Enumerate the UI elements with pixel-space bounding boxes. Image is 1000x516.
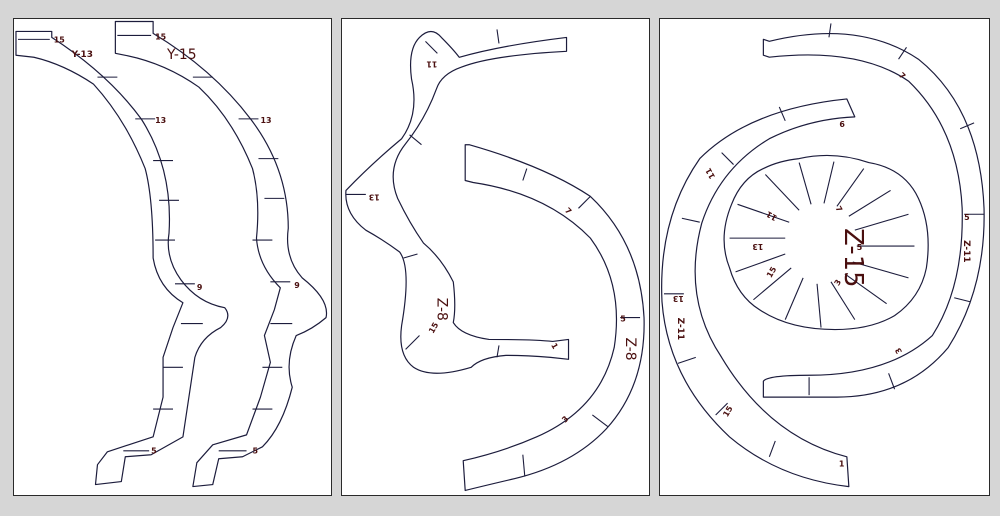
piece-z-11-outer: Z-11 7 5 3 xyxy=(762,23,985,398)
slot xyxy=(848,189,891,217)
slot xyxy=(522,168,528,181)
mark-number: 5 xyxy=(964,213,970,222)
slot xyxy=(798,162,812,205)
mark-number: 15 xyxy=(765,265,778,279)
slot xyxy=(836,168,865,207)
piece-label: Z-11 xyxy=(675,318,685,340)
piece-label: Y-15 xyxy=(166,47,197,63)
slot xyxy=(778,106,786,122)
slot xyxy=(721,152,734,165)
slot xyxy=(764,174,800,211)
slot xyxy=(403,253,418,259)
mark-number: 13 xyxy=(155,116,166,125)
piece-label: Z-15 xyxy=(838,228,868,287)
slot xyxy=(522,454,526,477)
slot xyxy=(677,356,696,364)
mark-number: 15 xyxy=(54,35,65,44)
piece-label: Z-8 xyxy=(433,298,449,321)
slot xyxy=(405,335,420,350)
mark-number: 11 xyxy=(765,209,779,222)
slot xyxy=(954,297,971,303)
mark-number: 11 xyxy=(426,59,437,68)
slot xyxy=(823,161,835,204)
mark-number: 15 xyxy=(427,321,440,335)
z11-z15-templates-drawing: Z-11 7 5 3 Z-11 9 11 13 15 1 Z-15 7 11 1… xyxy=(661,23,985,488)
slot xyxy=(496,29,500,44)
slot xyxy=(735,253,786,273)
mark-number: 11 xyxy=(704,166,717,180)
piece-label: Z-11 xyxy=(961,240,971,262)
mark-number: 9 xyxy=(294,281,300,290)
template-panel-y: Y-13 15 13 9 5 Y-15 15 13 9 5 xyxy=(13,18,332,496)
slot xyxy=(816,283,822,328)
slot xyxy=(737,203,790,223)
piece-z-8-upper: Z-8 11 13 15 xyxy=(345,29,570,374)
piece-z-15-disc: Z-15 7 11 13 15 5 3 xyxy=(723,154,929,331)
mark-number: 9 xyxy=(839,119,845,128)
mark-number: 15 xyxy=(721,404,734,418)
mark-number: 9 xyxy=(197,283,203,292)
mark-number: 13 xyxy=(369,192,380,201)
piece-label: Z-8 xyxy=(622,337,638,360)
template-panel-z8: Z-8 11 13 15 Z-8 7 5 1 3 xyxy=(341,18,650,496)
piece-y-15: Y-15 15 13 9 5 xyxy=(114,20,328,488)
piece-z-8-lower: Z-8 7 5 1 3 xyxy=(462,144,645,492)
y-templates-drawing: Y-13 15 13 9 5 Y-15 15 13 9 5 xyxy=(15,20,328,488)
slot xyxy=(592,414,609,428)
slot xyxy=(578,196,591,209)
piece-outline xyxy=(114,20,328,488)
piece-y-13: Y-13 15 13 9 5 xyxy=(15,30,229,486)
piece-outline xyxy=(15,30,229,486)
mark-number: 1 xyxy=(549,341,560,350)
mark-number: 13 xyxy=(673,294,684,303)
z8-templates-drawing: Z-8 11 13 15 Z-8 7 5 1 3 xyxy=(345,29,645,492)
slot xyxy=(828,23,832,38)
slot xyxy=(425,41,438,54)
mark-number: 13 xyxy=(752,242,763,251)
template-panel-z11-z15: Z-11 7 5 3 Z-11 9 11 13 15 1 Z-15 7 11 1… xyxy=(659,18,990,496)
mark-number: 7 xyxy=(563,206,573,216)
mark-number: 5 xyxy=(857,243,863,252)
slot xyxy=(409,134,422,146)
mark-number: 5 xyxy=(252,447,258,456)
mark-number: 13 xyxy=(260,116,271,125)
mark-number: 5 xyxy=(151,447,157,456)
piece-label: Y-13 xyxy=(71,50,93,60)
mark-number: 3 xyxy=(893,346,904,355)
piece-outline xyxy=(661,98,856,488)
mark-number: 15 xyxy=(155,32,166,41)
piece-z-11-inner: Z-11 9 11 13 15 1 xyxy=(661,98,856,488)
piece-outline xyxy=(762,33,985,398)
mark-number: 7 xyxy=(833,204,844,213)
slot xyxy=(888,373,896,390)
slot xyxy=(768,440,776,457)
mark-number: 5 xyxy=(620,315,626,324)
slot xyxy=(784,277,804,320)
slot xyxy=(681,217,700,223)
mark-number: 1 xyxy=(839,460,845,469)
piece-outline xyxy=(462,144,645,492)
